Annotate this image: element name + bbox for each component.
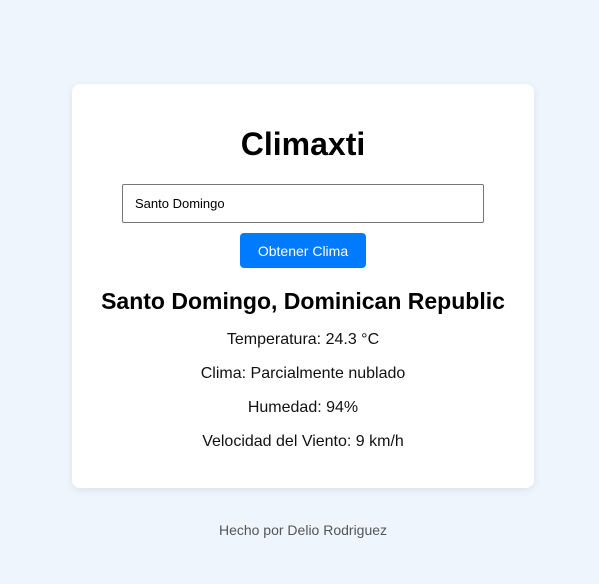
location-heading: Santo Domingo, Dominican Republic bbox=[101, 288, 505, 314]
temperature-line: Temperatura: 24.3 °C bbox=[72, 330, 534, 350]
wind-speed-line: Velocidad del Viento: 9 km/h bbox=[72, 432, 534, 452]
footer-credit: Hecho por Delio Rodriguez bbox=[218, 522, 388, 538]
app-title: Climaxti bbox=[240, 126, 366, 162]
condition-line: Clima: Parcialmente nublado bbox=[72, 364, 534, 384]
condition-value: Parcialmente nublado bbox=[250, 365, 406, 382]
wind-speed-label: Velocidad del Viento: bbox=[202, 433, 352, 450]
humidity-value: 94% bbox=[326, 399, 359, 416]
condition-label: Clima: bbox=[200, 365, 247, 382]
city-search-input[interactable] bbox=[122, 184, 484, 223]
get-weather-button[interactable]: Obtener Clima bbox=[240, 233, 366, 268]
wind-speed-value: 9 km/h bbox=[355, 433, 404, 450]
humidity-label: Humedad: bbox=[247, 399, 322, 416]
weather-card: Climaxti Obtener Clima Santo Domingo, Do… bbox=[72, 84, 534, 488]
temperature-label: Temperatura: bbox=[226, 331, 322, 348]
humidity-line: Humedad: 94% bbox=[72, 398, 534, 418]
temperature-value: 24.3 °C bbox=[325, 331, 380, 348]
